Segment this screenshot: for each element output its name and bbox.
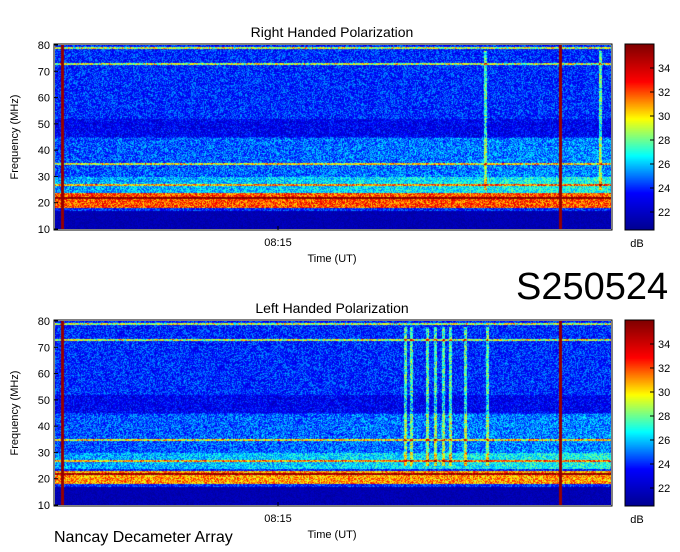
colorbar-tick-label: 32: [658, 87, 670, 99]
bottom-colorbar: [625, 320, 654, 506]
colorbar-tick-label: 22: [658, 483, 670, 495]
y-tick-label: 50: [38, 395, 50, 407]
top-ylabel: Frequency (MHz): [9, 95, 21, 180]
bottom-title: Left Handed Polarization: [255, 300, 408, 316]
top-title: Right Handed Polarization: [251, 24, 414, 40]
bottom-panel: Left Handed Polarization 10 20 30 40 50 60 70 8…: [9, 300, 670, 541]
colorbar-tick-label: 26: [658, 435, 670, 447]
x-tick-label: 08:15: [264, 513, 292, 525]
y-tick-label: 10: [38, 224, 50, 236]
colorbar-tick-label: 28: [658, 411, 670, 423]
colorbar-tick-label: 30: [658, 387, 670, 399]
colorbar-tick-label: 32: [658, 363, 670, 375]
y-tick-label: 70: [38, 66, 50, 78]
bottom-colorbar-unit: dB: [630, 514, 643, 526]
colorbar-tick-label: 24: [658, 459, 670, 471]
colorbar-tick-label: 24: [658, 183, 670, 195]
bottom-xlabel: Time (UT): [307, 529, 356, 541]
top-colorbar-unit: dB: [630, 238, 643, 250]
y-tick-label: 60: [38, 369, 50, 381]
colorbar-tick-label: 28: [658, 135, 670, 147]
y-tick-label: 80: [38, 316, 50, 328]
y-tick-label: 10: [38, 500, 50, 512]
bottom-spectrogram: [55, 321, 611, 505]
y-tick-label: 80: [38, 40, 50, 52]
y-tick-label: 40: [38, 145, 50, 157]
y-tick-label: 70: [38, 342, 50, 354]
y-tick-label: 50: [38, 119, 50, 131]
bottom-x-ticks: 08:15: [264, 502, 292, 525]
y-tick-label: 30: [38, 447, 50, 459]
colorbar-tick-label: 34: [658, 339, 670, 351]
y-tick-label: 60: [38, 93, 50, 105]
observatory-credit: Nancay Decameter Array: [54, 529, 233, 546]
top-x-ticks: 08:15: [264, 226, 292, 249]
x-tick-label: 08:15: [264, 237, 292, 249]
bottom-ylabel: Frequency (MHz): [9, 371, 21, 456]
top-xlabel: Time (UT): [307, 253, 356, 265]
colorbar-tick-label: 22: [658, 207, 670, 219]
y-tick-label: 20: [38, 198, 50, 210]
y-tick-label: 40: [38, 421, 50, 433]
y-tick-label: 20: [38, 474, 50, 486]
colorbar-tick-label: 34: [658, 63, 670, 75]
colorbar-tick-label: 26: [658, 159, 670, 171]
top-panel: Right Handed Polarization 10 20 30 40 50 60 70…: [9, 24, 670, 265]
colorbar-tick-label: 30: [658, 111, 670, 123]
top-colorbar: [625, 44, 654, 230]
y-tick-label: 30: [38, 171, 50, 183]
top-spectrogram: [55, 45, 611, 229]
